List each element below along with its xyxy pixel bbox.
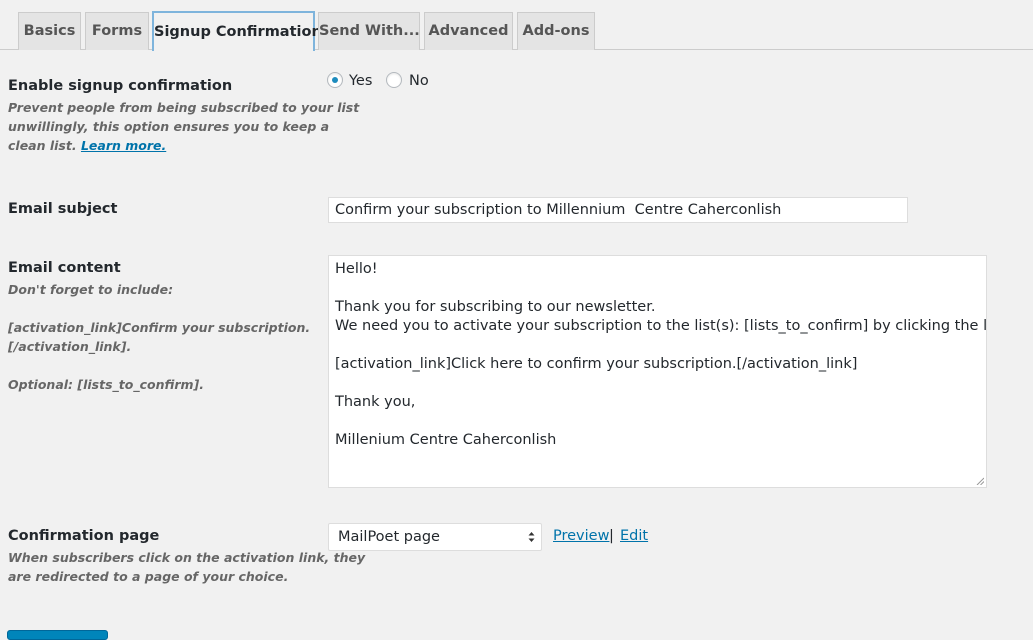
- tab-signup-confirmation[interactable]: Signup Confirmation: [152, 11, 322, 51]
- edit-link[interactable]: Edit: [620, 528, 648, 544]
- description-line: are redirected to a page of your choice.: [8, 569, 289, 584]
- email-content-line: [335, 412, 980, 431]
- tab-send-with[interactable]: Send With...: [318, 12, 420, 50]
- description-text: clean list.: [8, 138, 81, 153]
- description-line: Don't forget to include:: [8, 282, 174, 297]
- enable-confirmation-description: Prevent people from being subscribed to …: [8, 98, 359, 155]
- email-content-line: [335, 374, 980, 393]
- email-content-line: Thank you,: [335, 394, 416, 410]
- resize-handle-icon[interactable]: [976, 477, 984, 485]
- email-content-line: [activation_link]Click here to confirm y…: [335, 356, 858, 372]
- tab-forms[interactable]: Forms: [85, 12, 149, 50]
- email-content-line: We need you to activate your subscriptio…: [335, 318, 987, 334]
- radio-no[interactable]: [386, 72, 402, 88]
- radio-yes-label[interactable]: Yes: [349, 73, 372, 89]
- select-value: MailPoet page: [338, 529, 440, 545]
- description-line: [activation_link]Confirm your subscripti…: [8, 320, 311, 335]
- radio-selected-dot: [332, 77, 338, 83]
- description-line: When subscribers click on the activation…: [8, 550, 366, 565]
- description-line: Prevent people from being subscribed to …: [8, 100, 360, 115]
- email-subject-input[interactable]: Confirm your subscription to Millennium …: [328, 197, 908, 223]
- email-content-description: Don't forget to include: [activation_lin…: [8, 280, 310, 394]
- email-content-line: Hello!: [335, 261, 378, 277]
- save-settings-button[interactable]: [7, 630, 108, 640]
- settings-tabs: Basics Forms Signup Confirmation Send Wi…: [0, 0, 1033, 51]
- preview-link[interactable]: Preview: [553, 528, 609, 544]
- email-content-line: [335, 336, 980, 355]
- email-subject-label: Email subject: [8, 201, 118, 217]
- confirmation-page-description: When subscribers click on the activation…: [8, 548, 365, 586]
- email-content-textarea[interactable]: Hello! Thank you for subscribing to our …: [328, 255, 987, 488]
- email-content-line: Millenium Centre Caherconlish: [335, 432, 557, 448]
- enable-confirmation-label: Enable signup confirmation: [8, 78, 233, 94]
- learn-more-link[interactable]: Learn more.: [81, 138, 166, 153]
- confirmation-page-select[interactable]: MailPoet page: [328, 523, 542, 551]
- tab-advanced[interactable]: Advanced: [424, 12, 513, 50]
- tab-add-ons[interactable]: Add-ons: [517, 12, 595, 50]
- tab-basics[interactable]: Basics: [18, 12, 81, 50]
- description-line: clean list. Learn more.: [8, 136, 359, 155]
- email-content-line: Thank you for subscribing to our newslet…: [335, 299, 656, 315]
- radio-yes[interactable]: [327, 72, 343, 88]
- link-separator: |: [609, 528, 614, 544]
- radio-no-label[interactable]: No: [409, 73, 429, 89]
- select-arrows-icon: [528, 532, 535, 542]
- description-line: [/activation_link].: [8, 339, 132, 354]
- description-line: Optional: [lists_to_confirm].: [8, 377, 204, 392]
- description-line: unwillingly, this option ensures you to …: [8, 119, 330, 134]
- confirmation-page-label: Confirmation page: [8, 528, 160, 544]
- email-content-line: [335, 279, 980, 298]
- email-content-label: Email content: [8, 260, 121, 276]
